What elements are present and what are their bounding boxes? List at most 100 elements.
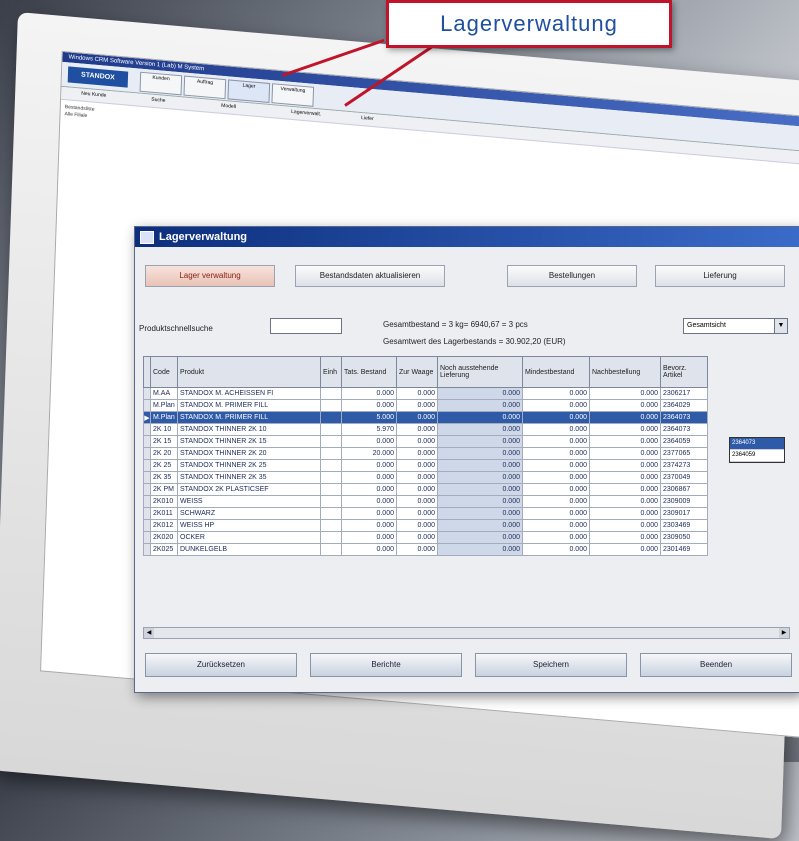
- cell-waage[interactable]: 0.000: [396, 435, 438, 448]
- cell-ausst[interactable]: 0.000: [437, 495, 523, 508]
- row-selector[interactable]: [143, 543, 151, 556]
- cell-nach[interactable]: 0.000: [589, 459, 661, 472]
- cell-art[interactable]: 2306217: [660, 387, 708, 400]
- cell-produkt[interactable]: SCHWARZ: [177, 507, 321, 520]
- bestandsdaten-aktualisieren-button[interactable]: Bestandsdaten aktualisieren: [295, 265, 445, 287]
- cell-art[interactable]: 2309017: [660, 507, 708, 520]
- row-selector[interactable]: [143, 435, 151, 448]
- cell-produkt[interactable]: WEISS HP: [177, 519, 321, 532]
- cell-ausst[interactable]: 0.000: [437, 411, 523, 424]
- cell-bestand[interactable]: 0.000: [341, 471, 397, 484]
- cell-mind[interactable]: 0.000: [522, 507, 590, 520]
- cell-art[interactable]: 2364073: [660, 411, 708, 424]
- cell-mind[interactable]: 0.000: [522, 411, 590, 424]
- cell-mind[interactable]: 0.000: [522, 483, 590, 496]
- lagerverwaltung-tab-button[interactable]: Lager verwaltung: [145, 265, 275, 287]
- cell-einh[interactable]: [320, 471, 342, 484]
- cell-ausst[interactable]: 0.000: [437, 543, 523, 556]
- cell-mind[interactable]: 0.000: [522, 423, 590, 436]
- view-filter-select[interactable]: Gesamtsicht ▼: [683, 318, 788, 334]
- cell-produkt[interactable]: STANDOX M. PRIMER FILL: [177, 399, 321, 412]
- scroll-right-icon[interactable]: ▶: [779, 628, 789, 638]
- col-bevorz-artikel[interactable]: Bevorz. Artikel: [660, 356, 708, 388]
- cell-ausst[interactable]: 0.000: [437, 399, 523, 412]
- cell-bestand[interactable]: 0.000: [341, 387, 397, 400]
- cell-ausst[interactable]: 0.000: [437, 471, 523, 484]
- col-produkt[interactable]: Produkt: [177, 356, 321, 388]
- cell-art[interactable]: 2377065: [660, 447, 708, 460]
- cell-code[interactable]: 2K012: [150, 519, 178, 532]
- dropdown-option[interactable]: 2364059: [730, 450, 784, 462]
- cell-waage[interactable]: 0.000: [396, 483, 438, 496]
- cell-nach[interactable]: 0.000: [589, 447, 661, 460]
- cell-einh[interactable]: [320, 543, 342, 556]
- table-row[interactable]: 2K 35 STANDOX THINNER 2K 35 0.000 0.000 0.00…: [143, 471, 708, 484]
- cell-waage[interactable]: 0.000: [396, 531, 438, 544]
- bg-tab-lager[interactable]: Lager: [227, 79, 271, 103]
- bg-subnav-item[interactable]: Modell: [221, 103, 236, 110]
- cell-ausst[interactable]: 0.000: [437, 387, 523, 400]
- chevron-down-icon[interactable]: ▼: [774, 319, 787, 333]
- table-row[interactable]: M.Plan STANDOX M. PRIMER FILL 0.000 0.000 0.…: [143, 399, 708, 412]
- cell-bestand[interactable]: 0.000: [341, 483, 397, 496]
- cell-bestand[interactable]: 0.000: [341, 459, 397, 472]
- cell-ausst[interactable]: 0.000: [437, 423, 523, 436]
- cell-bestand[interactable]: 0.000: [341, 435, 397, 448]
- cell-mind[interactable]: 0.000: [522, 531, 590, 544]
- cell-einh[interactable]: [320, 459, 342, 472]
- table-row[interactable]: 2K 20 STANDOX THINNER 2K 20 20.000 0.000 0.0…: [143, 447, 708, 460]
- cell-nach[interactable]: 0.000: [589, 435, 661, 448]
- cell-code[interactable]: 2K011: [150, 507, 178, 520]
- bestellungen-button[interactable]: Bestellungen: [507, 265, 637, 287]
- cell-mind[interactable]: 0.000: [522, 543, 590, 556]
- cell-produkt[interactable]: STANDOX M. PRIMER FILL: [177, 411, 321, 424]
- cell-waage[interactable]: 0.000: [396, 423, 438, 436]
- table-row[interactable]: 2K012 WEISS HP 0.000 0.000 0.000 0.000 0.000 23…: [143, 519, 708, 532]
- cell-nach[interactable]: 0.000: [589, 483, 661, 496]
- bg-subnav-item[interactable]: Suche: [151, 97, 165, 104]
- cell-nach[interactable]: 0.000: [589, 519, 661, 532]
- col-mindestbestand[interactable]: Mindestbestand: [522, 356, 590, 388]
- cell-ausst[interactable]: 0.000: [437, 531, 523, 544]
- cell-einh[interactable]: [320, 399, 342, 412]
- cell-waage[interactable]: 0.000: [396, 387, 438, 400]
- row-selector[interactable]: [143, 423, 151, 436]
- cell-waage[interactable]: 0.000: [396, 543, 438, 556]
- cell-waage[interactable]: 0.000: [396, 399, 438, 412]
- cell-produkt[interactable]: STANDOX THINNER 2K 25: [177, 459, 321, 472]
- cell-nach[interactable]: 0.000: [589, 387, 661, 400]
- bg-tab-kunden[interactable]: Kunden: [139, 71, 183, 96]
- cell-mind[interactable]: 0.000: [522, 399, 590, 412]
- cell-mind[interactable]: 0.000: [522, 387, 590, 400]
- cell-mind[interactable]: 0.000: [522, 459, 590, 472]
- col-einh[interactable]: Einh: [320, 356, 342, 388]
- cell-art[interactable]: 2309050: [660, 531, 708, 544]
- cell-produkt[interactable]: OCKER: [177, 531, 321, 544]
- scroll-left-icon[interactable]: ◀: [144, 628, 154, 638]
- cell-code[interactable]: 2K010: [150, 495, 178, 508]
- cell-code[interactable]: M.Plan: [150, 411, 178, 424]
- table-row[interactable]: 2K 15 STANDOX THINNER 2K 15 0.000 0.000 0.00…: [143, 435, 708, 448]
- cell-bestand[interactable]: 0.000: [341, 495, 397, 508]
- table-row[interactable]: 2K025 DUNKELGELB 0.000 0.000 0.000 0.000 0.000…: [143, 543, 708, 556]
- cell-einh[interactable]: [320, 483, 342, 496]
- bg-tab-auftrag[interactable]: Auftrag: [183, 75, 227, 100]
- col-code[interactable]: Code: [150, 356, 178, 388]
- horizontal-scrollbar[interactable]: ◀ ▶: [143, 627, 790, 639]
- zuruecksetzen-button[interactable]: Zurücksetzen: [145, 653, 297, 677]
- table-row[interactable]: 2K011 SCHWARZ 0.000 0.000 0.000 0.000 0.000 230…: [143, 507, 708, 520]
- row-selector[interactable]: [143, 483, 151, 496]
- cell-nach[interactable]: 0.000: [589, 411, 661, 424]
- cell-mind[interactable]: 0.000: [522, 447, 590, 460]
- cell-produkt[interactable]: WEISS: [177, 495, 321, 508]
- cell-mind[interactable]: 0.000: [522, 471, 590, 484]
- berichte-button[interactable]: Berichte: [310, 653, 462, 677]
- cell-produkt[interactable]: STANDOX THINNER 2K 20: [177, 447, 321, 460]
- cell-ausst[interactable]: 0.000: [437, 483, 523, 496]
- cell-einh[interactable]: [320, 423, 342, 436]
- col-ausstehende-lieferung[interactable]: Noch ausstehende Lieferung: [437, 356, 523, 388]
- cell-waage[interactable]: 0.000: [396, 507, 438, 520]
- cell-einh[interactable]: [320, 519, 342, 532]
- cell-code[interactable]: 2K 20: [150, 447, 178, 460]
- bg-tab-verwaltung[interactable]: Verwaltung: [271, 83, 315, 107]
